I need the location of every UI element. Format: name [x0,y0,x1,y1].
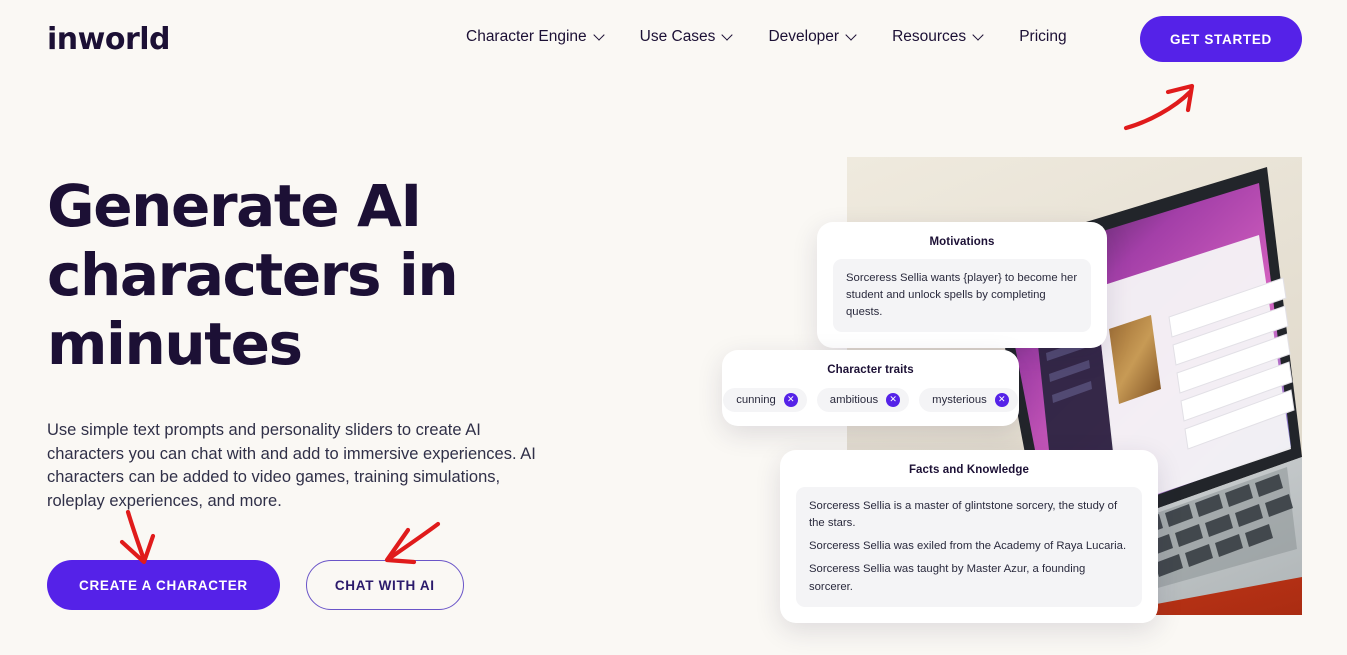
nav-label: Use Cases [639,28,716,45]
annotation-arrow-get-started [1123,83,1195,131]
nav-label: Pricing [1019,28,1067,45]
nav-item-resources[interactable]: Resources [892,28,983,46]
chevron-down-icon [847,31,856,40]
hero-button-row: CREATE A CHARACTER CHAT WITH AI [47,560,607,611]
nav-label: Character Engine [466,28,587,45]
chat-with-ai-button[interactable]: CHAT WITH AI [305,560,464,611]
close-icon[interactable]: ✕ [783,393,798,407]
chevron-down-icon [974,31,983,40]
facts-and-knowledge-card: Facts and Knowledge Sorceress Sellia is … [780,450,1158,623]
hero-content: Generate AI characters in minutes Use si… [47,172,607,611]
motivations-card-title: Motivations [929,236,995,248]
top-navigation-bar: inworld Character Engine Use Cases Devel… [0,0,1347,78]
hero-description: Use simple text prompts and personality … [47,421,536,510]
nav-item-use-cases[interactable]: Use Cases [640,28,733,46]
motivations-card: Motivations Sorceress Sellia wants {play… [817,222,1107,349]
trait-chip-label: ambitious [829,394,879,406]
page-title: Generate AI characters in minutes [47,172,459,379]
trait-chip-mysterious[interactable]: mysterious ✕ [919,388,1018,412]
chevron-down-icon [595,31,604,40]
trait-chip-list: cunning ✕ ambitious ✕ mysterious ✕ [723,388,1018,412]
facts-card-body: Sorceress Sellia is a master of glintsto… [796,487,1142,607]
motivations-card-body: Sorceress Sellia wants {player} to becom… [833,259,1091,333]
nav-item-developer[interactable]: Developer [768,28,856,46]
nav-label: Developer [768,28,840,45]
get-started-button[interactable]: GET STARTED [1140,16,1302,62]
fact-line: Sorceress Sellia is a master of glintsto… [809,500,1118,530]
nav-item-character-engine[interactable]: Character Engine [466,28,604,46]
facts-card-title: Facts and Knowledge [908,464,1030,476]
landing-page: inworld Character Engine Use Cases Devel… [0,0,1347,655]
trait-chip-cunning[interactable]: cunning ✕ [723,388,807,412]
fact-line: Sorceress Sellia was taught by Master Az… [809,563,1086,593]
nav-links: Character Engine Use Cases Developer Res… [466,28,1067,46]
trait-chip-label: cunning [736,394,776,406]
close-icon[interactable]: ✕ [886,393,901,407]
fact-line: Sorceress Sellia was exiled from the Aca… [809,540,1127,553]
chevron-down-icon [723,31,732,40]
trait-chip-label: mysterious [932,394,987,406]
trait-chip-ambitious[interactable]: ambitious ✕ [816,388,910,412]
inworld-logo[interactable]: inworld [47,22,171,57]
nav-item-pricing[interactable]: Pricing [1019,28,1066,46]
character-traits-card-title: Character traits [827,364,914,376]
close-icon[interactable]: ✕ [994,393,1009,407]
nav-label: Resources [892,28,967,45]
create-a-character-button[interactable]: CREATE A CHARACTER [47,560,280,611]
character-traits-card: Character traits cunning ✕ ambitious ✕ m… [722,350,1019,426]
